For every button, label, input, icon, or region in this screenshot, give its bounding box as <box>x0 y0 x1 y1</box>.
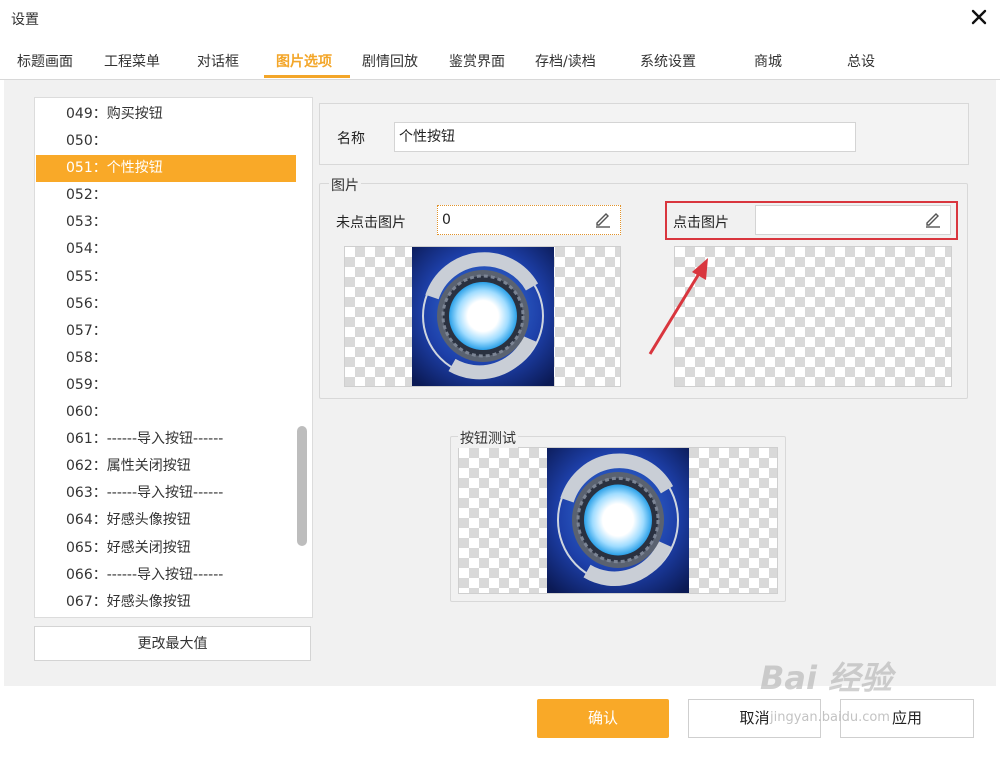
unclicked-image-preview <box>344 246 621 387</box>
active-tab-indicator <box>264 75 350 78</box>
button-image <box>412 247 554 386</box>
list-item[interactable]: 054： <box>36 236 296 263</box>
name-input[interactable]: 个性按钮 <box>394 122 856 152</box>
list-item[interactable]: 060： <box>36 399 296 426</box>
list-item[interactable]: 055： <box>36 264 296 291</box>
button-list[interactable]: 049：购买按钮 050： 051：个性按钮 052： 053： 054： 05… <box>34 97 313 618</box>
list-item[interactable]: 061：------导入按钮------ <box>36 426 296 453</box>
tab-story-replay[interactable]: 剧情回放 <box>362 51 418 71</box>
tab-save-load[interactable]: 存档/读档 <box>535 51 596 71</box>
edit-unclicked-image-button[interactable] <box>594 210 612 232</box>
list-item[interactable]: 050： <box>36 128 296 155</box>
list-scrollbar-thumb[interactable] <box>297 426 307 546</box>
tab-project-menu[interactable]: 工程菜单 <box>104 51 160 71</box>
close-button[interactable] <box>964 2 994 32</box>
list-item[interactable]: 056： <box>36 291 296 318</box>
unclicked-image-label: 未点击图片 <box>336 215 406 231</box>
list-item[interactable]: 057： <box>36 318 296 345</box>
name-panel: 名称 个性按钮 <box>319 103 969 165</box>
button-image <box>547 448 689 593</box>
picture-group-title: 图片 <box>329 175 361 195</box>
tab-general[interactable]: 总设 <box>847 51 875 71</box>
pencil-icon <box>596 213 610 228</box>
confirm-button[interactable]: 确认 <box>537 699 669 738</box>
list-item[interactable]: 059： <box>36 372 296 399</box>
list-item[interactable]: 052： <box>36 182 296 209</box>
tab-shop[interactable]: 商城 <box>754 51 782 71</box>
tab-bar: 标题画面 工程菜单 对话框 图片选项 剧情回放 鉴赏界面 存档/读档 系统设置 … <box>0 43 1000 80</box>
list-item[interactable]: 062：属性关闭按钮 <box>36 453 296 480</box>
list-item[interactable]: 065：好感关闭按钮 <box>36 535 296 562</box>
name-label: 名称 <box>337 131 365 147</box>
button-test-preview[interactable] <box>458 447 778 594</box>
baidu-watermark-url: jingyan.baidu.com <box>770 710 890 725</box>
list-item-selected[interactable]: 051：个性按钮 <box>36 155 296 182</box>
tab-system-settings[interactable]: 系统设置 <box>640 51 696 71</box>
tab-dialog-box[interactable]: 对话框 <box>197 51 239 71</box>
tab-title-screen[interactable]: 标题画面 <box>17 51 73 71</box>
list-item[interactable]: 064：好感头像按钮 <box>36 507 296 534</box>
baidu-watermark: Bai 经验 <box>760 659 893 697</box>
window-title: 设置 <box>11 12 39 28</box>
list-item[interactable]: 067：好感头像按钮 <box>36 589 296 616</box>
change-max-button[interactable]: 更改最大值 <box>34 626 311 661</box>
list-item[interactable]: 049：购买按钮 <box>36 101 296 128</box>
tab-gallery[interactable]: 鉴赏界面 <box>449 51 505 71</box>
button-test-title: 按钮测试 <box>458 428 518 448</box>
annotation-arrow-icon <box>648 258 708 355</box>
list-item[interactable]: 053： <box>36 209 296 236</box>
close-icon <box>971 9 987 25</box>
list-item[interactable]: 066：------导入按钮------ <box>36 562 296 589</box>
highlight-annotation-box <box>665 201 958 240</box>
list-item[interactable]: 063：------导入按钮------ <box>36 480 296 507</box>
list-item[interactable]: 058： <box>36 345 296 372</box>
unclicked-image-value: 0 <box>442 212 451 228</box>
tab-image-options[interactable]: 图片选项 <box>276 51 332 71</box>
